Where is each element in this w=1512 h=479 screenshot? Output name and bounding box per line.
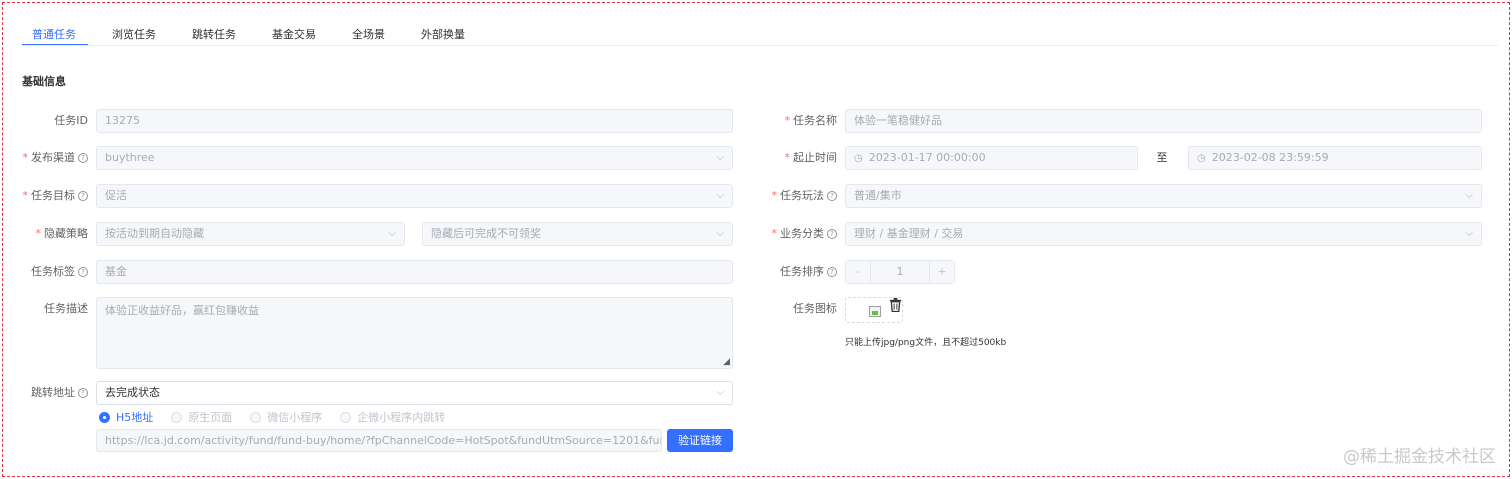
tabs-divider [22, 45, 1498, 46]
radio-dot [340, 411, 352, 423]
start-time-field[interactable]: ◷ 2023-01-17 00:00:00 [845, 146, 1138, 170]
chevron-down-icon: ⌵ [1465, 190, 1473, 201]
business-category-label: * 业务分类? [760, 222, 837, 246]
task-name-field[interactable]: 体验一笔稳健好品 [845, 109, 1482, 133]
hide-strategy-label: * 隐藏策略 [35, 227, 89, 240]
help-icon: ? [78, 267, 88, 277]
task-play-select[interactable]: 普通/集市 ⌵ [845, 184, 1482, 208]
task-desc-label: 任务描述 [44, 302, 88, 315]
jump-type-radio-group: H5地址 原生页面 微信小程序 企微小程序内跳转 [99, 409, 463, 425]
task-sort-value[interactable]: 1 [870, 261, 930, 283]
tab-normal-task[interactable]: 普通任务 [22, 20, 88, 46]
resize-handle-icon[interactable]: ◢ [723, 357, 730, 367]
chevron-down-icon: ⌵ [1465, 228, 1473, 239]
task-goal-select[interactable]: 促活 ⌵ [96, 184, 733, 208]
tab-all-scene[interactable]: 全场景 [342, 20, 397, 46]
trash-icon[interactable] [889, 298, 902, 312]
help-icon: ? [827, 267, 837, 277]
clock-icon: ◷ [1197, 153, 1206, 164]
business-category-select[interactable]: 理财 / 基金理财 / 交易 ⌵ [845, 222, 1482, 246]
url-field[interactable]: https://lca.jd.com/activity/fund/fund-bu… [96, 429, 662, 452]
task-icon-label: 任务图标 [793, 302, 837, 315]
task-sort-stepper[interactable]: - 1 + [845, 260, 955, 284]
channel-label: * 发布渠道? [10, 146, 88, 170]
chevron-down-icon: ⌵ [716, 387, 724, 398]
task-goal-label: * 任务目标? [10, 184, 88, 208]
channel-select[interactable]: buythree ⌵ [96, 146, 733, 170]
increment-button[interactable]: + [930, 261, 954, 283]
task-tag-label: 任务标签? [10, 260, 88, 284]
broken-image-icon [869, 306, 881, 317]
help-icon: ? [827, 229, 837, 239]
chevron-down-icon: ⌵ [716, 152, 724, 163]
task-tag-field[interactable]: 基金 [96, 260, 733, 284]
task-desc-textarea[interactable]: 体验正收益好品，赢红包赚收益 ◢ [96, 297, 733, 369]
hide-strategy-select[interactable]: 按活动到期自动隐藏 ⌵ [96, 222, 405, 246]
radio-dot [99, 411, 110, 423]
end-time-field[interactable]: ◷ 2023-02-08 23:59:59 [1188, 146, 1482, 170]
radio-dot [250, 411, 262, 423]
decrement-button[interactable]: - [846, 261, 870, 283]
hide-after-select[interactable]: 隐藏后可完成不可领奖 ⌵ [422, 222, 733, 246]
tab-fund-trade[interactable]: 基金交易 [262, 20, 328, 46]
jump-url-label: 跳转地址? [10, 381, 88, 405]
task-sort-label: 任务排序? [760, 260, 837, 284]
task-name-label: * 任务名称 [784, 114, 838, 127]
chevron-down-icon: ⌵ [716, 190, 724, 201]
section-title: 基础信息 [22, 75, 66, 88]
help-icon: ? [78, 388, 88, 398]
verify-link-button[interactable]: 验证链接 [667, 429, 733, 452]
task-type-tabs: 普通任务 浏览任务 跳转任务 基金交易 全场景 外部换量 [22, 20, 491, 46]
help-icon: ? [78, 153, 88, 163]
radio-h5[interactable]: H5地址 [99, 409, 153, 425]
tab-jump-task[interactable]: 跳转任务 [182, 20, 248, 46]
help-icon: ? [827, 191, 837, 201]
radio-wecom-miniprogram[interactable]: 企微小程序内跳转 [340, 409, 445, 425]
chevron-down-icon: ⌵ [388, 228, 396, 239]
radio-native-page[interactable]: 原生页面 [171, 409, 232, 425]
radio-wechat-miniprogram[interactable]: 微信小程序 [250, 409, 322, 425]
clock-icon: ◷ [854, 153, 863, 164]
tab-external-swap[interactable]: 外部换量 [411, 20, 477, 46]
help-icon: ? [78, 191, 88, 201]
chevron-down-icon: ⌵ [716, 228, 724, 239]
task-id-label: 任务ID [54, 114, 88, 127]
start-end-time-label: * 起止时间 [784, 151, 838, 164]
jump-state-select[interactable]: 去完成状态 ⌵ [96, 381, 733, 405]
task-play-label: * 任务玩法? [760, 184, 837, 208]
icon-upload-hint: 只能上传jpg/png文件，且不超过500kb [845, 338, 1007, 348]
watermark: @稀土掘金技术社区 [1343, 447, 1496, 467]
radio-dot [171, 411, 183, 423]
tab-browse-task[interactable]: 浏览任务 [102, 20, 168, 46]
range-separator: 至 [1156, 151, 1168, 164]
task-id-field[interactable]: 13275 [96, 109, 733, 133]
